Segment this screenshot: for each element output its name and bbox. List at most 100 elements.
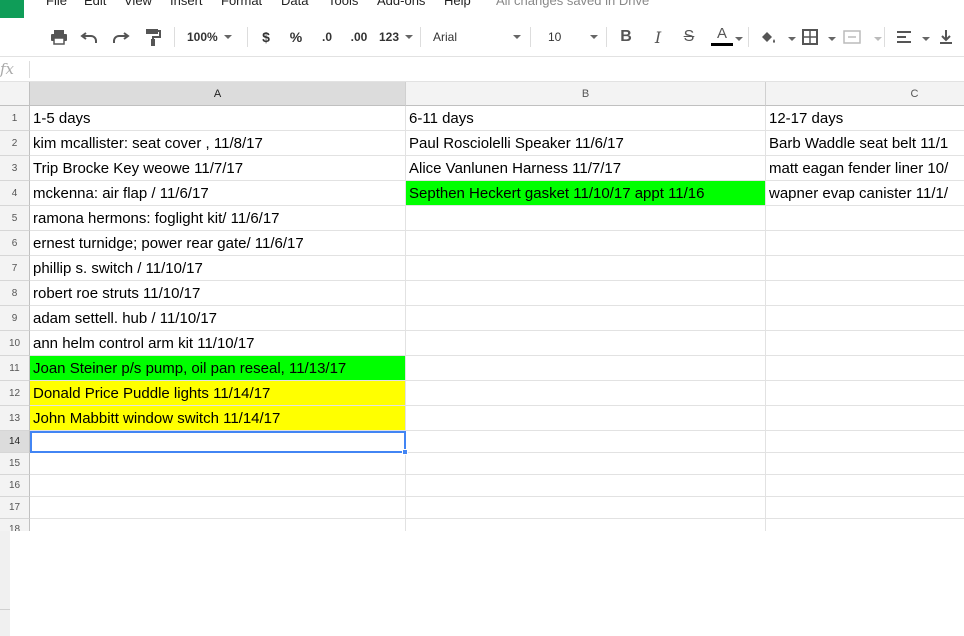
- cell-b16[interactable]: [406, 475, 766, 497]
- menu-file[interactable]: File: [46, 0, 67, 8]
- zoom-select[interactable]: 100%: [187, 26, 232, 48]
- cell-c5[interactable]: [766, 206, 964, 231]
- cell-b13[interactable]: [406, 406, 766, 431]
- cell-a6[interactable]: ernest turnidge; power rear gate/ 11/6/1…: [30, 231, 406, 256]
- cell-a12[interactable]: Donald Price Puddle lights 11/14/17: [30, 381, 406, 406]
- cell-b7[interactable]: [406, 256, 766, 281]
- cell-c10[interactable]: [766, 331, 964, 356]
- decrease-decimals-button[interactable]: .0: [314, 26, 340, 48]
- cell-b14[interactable]: [406, 431, 766, 453]
- cell-b8[interactable]: [406, 281, 766, 306]
- cell-c17[interactable]: [766, 497, 964, 519]
- cell-c15[interactable]: [766, 453, 964, 475]
- cell-c12[interactable]: [766, 381, 964, 406]
- cell-b11[interactable]: [406, 356, 766, 381]
- cell-b9[interactable]: [406, 306, 766, 331]
- cell-b10[interactable]: [406, 331, 766, 356]
- more-formats-select[interactable]: 123: [379, 26, 414, 48]
- cell-c1[interactable]: 12-17 days: [766, 106, 964, 131]
- formula-input[interactable]: [32, 60, 932, 78]
- sheets-logo-icon[interactable]: [0, 0, 24, 18]
- cell-a4[interactable]: mckenna: air flap / 11/6/17: [30, 181, 406, 206]
- cell-a13[interactable]: John Mabbitt window switch 11/14/17: [30, 406, 406, 431]
- row-header[interactable]: 10: [0, 331, 30, 356]
- row-header[interactable]: 6: [0, 231, 30, 256]
- row-header[interactable]: 8: [0, 281, 30, 306]
- increase-decimals-button[interactable]: .00: [346, 26, 372, 48]
- undo-icon[interactable]: [78, 26, 100, 48]
- cell-b5[interactable]: [406, 206, 766, 231]
- row-header[interactable]: 9: [0, 306, 30, 331]
- cell-c16[interactable]: [766, 475, 964, 497]
- row-header[interactable]: 12: [0, 381, 30, 406]
- borders-icon[interactable]: [800, 26, 820, 48]
- menu-help[interactable]: Help: [444, 0, 471, 8]
- horizontal-align-icon[interactable]: [894, 26, 914, 48]
- row-header[interactable]: 2: [0, 131, 30, 156]
- cell-b2[interactable]: Paul Rosciolelli Speaker 11/6/17: [406, 131, 766, 156]
- redo-icon[interactable]: [110, 26, 132, 48]
- row-header[interactable]: 17: [0, 497, 30, 519]
- cell-c13[interactable]: [766, 406, 964, 431]
- cell-b4[interactable]: Septhen Heckert gasket 11/10/17 appt 11/…: [406, 181, 766, 206]
- row-header[interactable]: 18: [0, 519, 30, 531]
- menu-insert[interactable]: Insert: [170, 0, 203, 8]
- column-header-c[interactable]: C: [766, 82, 964, 106]
- fill-handle[interactable]: [402, 449, 408, 455]
- cell-c18[interactable]: [766, 519, 964, 531]
- cell-b12[interactable]: [406, 381, 766, 406]
- merge-cells-icon[interactable]: [842, 26, 862, 48]
- cell-a3[interactable]: Trip Brocke Key weowe 11/7/17: [30, 156, 406, 181]
- row-header[interactable]: 7: [0, 256, 30, 281]
- cell-c3[interactable]: matt eagan fender liner 10/: [766, 156, 964, 181]
- bold-icon[interactable]: B: [616, 26, 636, 48]
- menu-tools[interactable]: Tools: [328, 0, 358, 8]
- cell-a16[interactable]: [30, 475, 406, 497]
- menu-data[interactable]: Data: [281, 0, 308, 8]
- cell-a17[interactable]: [30, 497, 406, 519]
- row-header[interactable]: 13: [0, 406, 30, 431]
- cell-b3[interactable]: Alice Vanlunen Harness 11/7/17: [406, 156, 766, 181]
- cell-c2[interactable]: Barb Waddle seat belt 11/1: [766, 131, 964, 156]
- percent-format-button[interactable]: %: [286, 26, 306, 48]
- cell-b17[interactable]: [406, 497, 766, 519]
- cell-b15[interactable]: [406, 453, 766, 475]
- menu-view[interactable]: View: [124, 0, 152, 8]
- cell-a2[interactable]: kim mcallister: seat cover , 11/8/17: [30, 131, 406, 156]
- row-header[interactable]: 16: [0, 475, 30, 497]
- cell-c14[interactable]: [766, 431, 964, 453]
- cell-a8[interactable]: robert roe struts 11/10/17: [30, 281, 406, 306]
- row-header[interactable]: 1: [0, 106, 30, 131]
- cell-a10[interactable]: ann helm control arm kit 11/10/17: [30, 331, 406, 356]
- strikethrough-icon[interactable]: S: [679, 26, 699, 48]
- fill-color-icon[interactable]: [758, 26, 778, 48]
- row-header[interactable]: 14: [0, 431, 30, 453]
- font-family-select[interactable]: Arial: [433, 26, 521, 48]
- row-header[interactable]: 5: [0, 206, 30, 231]
- cell-a11[interactable]: Joan Steiner p/s pump, oil pan reseal, 1…: [30, 356, 406, 381]
- paint-format-icon[interactable]: [142, 26, 164, 48]
- row-header[interactable]: 4: [0, 181, 30, 206]
- cell-c6[interactable]: [766, 231, 964, 256]
- column-header-b[interactable]: B: [406, 82, 766, 106]
- italic-icon[interactable]: I: [648, 26, 668, 48]
- cell-c9[interactable]: [766, 306, 964, 331]
- row-header[interactable]: 11: [0, 356, 30, 381]
- cell-b1[interactable]: 6-11 days: [406, 106, 766, 131]
- select-all-corner[interactable]: [0, 82, 30, 106]
- cell-a15[interactable]: [30, 453, 406, 475]
- menu-add-ons[interactable]: Add-ons: [377, 0, 425, 8]
- print-icon[interactable]: [48, 26, 70, 48]
- currency-format-button[interactable]: $: [256, 26, 276, 48]
- cell-b6[interactable]: [406, 231, 766, 256]
- cell-c11[interactable]: [766, 356, 964, 381]
- vertical-align-icon[interactable]: [936, 26, 956, 48]
- cell-b18[interactable]: [406, 519, 766, 531]
- cell-c8[interactable]: [766, 281, 964, 306]
- cell-c7[interactable]: [766, 256, 964, 281]
- row-header[interactable]: 3: [0, 156, 30, 181]
- cell-a18[interactable]: [30, 519, 406, 531]
- cell-a9[interactable]: adam settell. hub / 11/10/17: [30, 306, 406, 331]
- cell-a7[interactable]: phillip s. switch / 11/10/17: [30, 256, 406, 281]
- menu-format[interactable]: Format: [221, 0, 262, 8]
